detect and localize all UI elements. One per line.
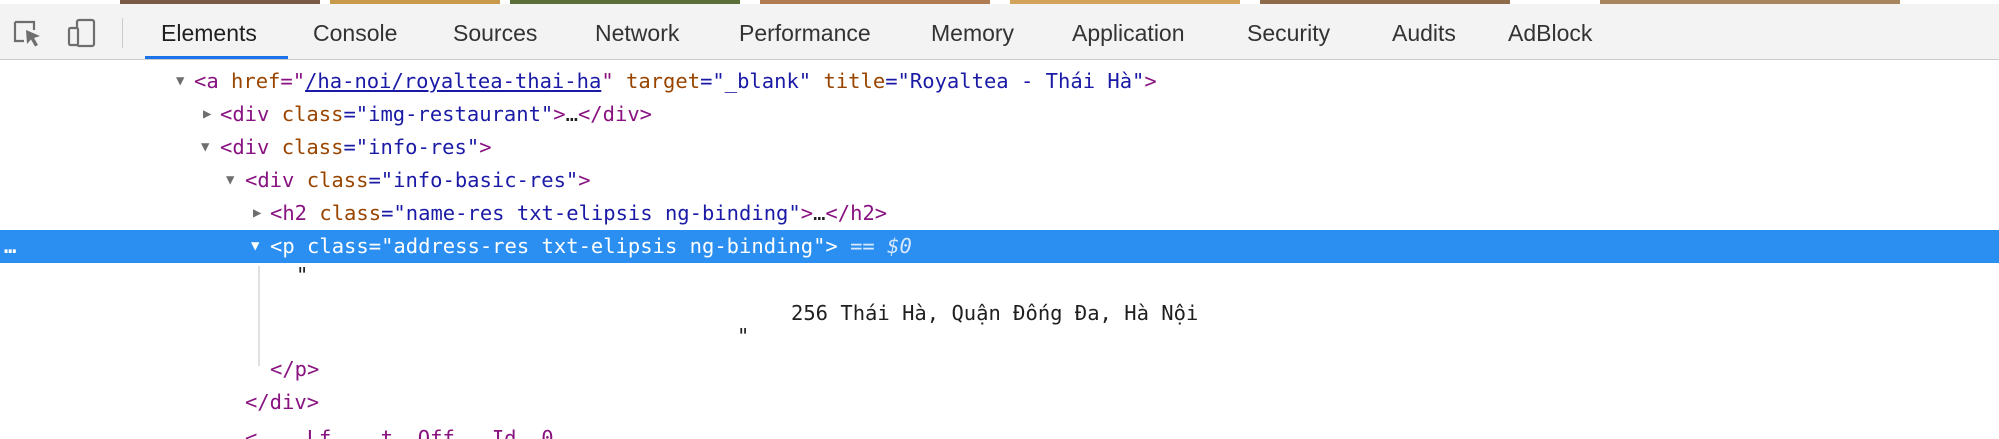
more-options-ellipsis[interactable]: … [4,230,16,263]
active-tab-indicator [145,56,288,59]
tab-performance[interactable]: Performance [739,4,871,60]
collapsed-triangle-icon[interactable]: ▶ [253,197,261,230]
indent-guide [258,266,260,366]
dom-node-partial[interactable]: < Lf t Off Id 0 [0,422,1999,439]
text-node-open-quote[interactable]: " [296,263,308,287]
inspect-element-icon[interactable] [12,17,44,49]
dollar-zero-badge: $0 [887,234,912,258]
device-toolbar-icon[interactable] [66,17,98,49]
tab-audits[interactable]: Audits [1392,4,1456,60]
dom-node-div-close[interactable]: </div> [0,386,1999,419]
dom-node-p-close[interactable]: </p> [0,353,1999,386]
dom-node-img-restaurant[interactable]: ▶ <div class="img-restaurant">…</div> [0,98,1999,131]
text-node-content[interactable]: 256 Thái Hà, Quận Đống Đa, Hà Nội [791,299,1198,327]
tab-network[interactable]: Network [595,4,679,60]
devtools-toolbar: Elements Console Sources Network Perform… [0,4,1999,60]
dom-node-h2[interactable]: ▶ <h2 class="name-res txt-elipsis ng-bin… [0,197,1999,230]
expanded-triangle-icon[interactable]: ▼ [201,131,209,164]
toolbar-separator [122,18,123,48]
tab-sources[interactable]: Sources [453,4,537,60]
href-link[interactable]: /ha-noi/royaltea-thai-ha [305,69,601,93]
dom-node-a[interactable]: ▼ <a href="/ha-noi/royaltea-thai-ha" tar… [0,65,1999,98]
dom-node-p-selected[interactable]: … ▼ <p class="address-res txt-elipsis ng… [0,230,1999,263]
expanded-triangle-icon[interactable]: ▼ [226,164,234,197]
tab-application[interactable]: Application [1072,4,1185,60]
expanded-triangle-icon[interactable]: ▼ [176,65,184,98]
text-node-close-quote[interactable]: " [737,324,749,348]
elements-dom-tree: ▼ <a href="/ha-noi/royaltea-thai-ha" tar… [0,65,1999,439]
tab-memory[interactable]: Memory [931,4,1014,60]
dom-node-info-basic-res[interactable]: ▼ <div class="info-basic-res"> [0,164,1999,197]
tab-adblock[interactable]: AdBlock [1508,4,1592,60]
tab-elements[interactable]: Elements [161,4,257,60]
tab-security[interactable]: Security [1247,4,1330,60]
collapsed-triangle-icon[interactable]: ▶ [203,98,211,131]
dom-node-info-res[interactable]: ▼ <div class="info-res"> [0,131,1999,164]
tab-console[interactable]: Console [313,4,397,60]
expanded-triangle-icon[interactable]: ▼ [251,230,259,263]
